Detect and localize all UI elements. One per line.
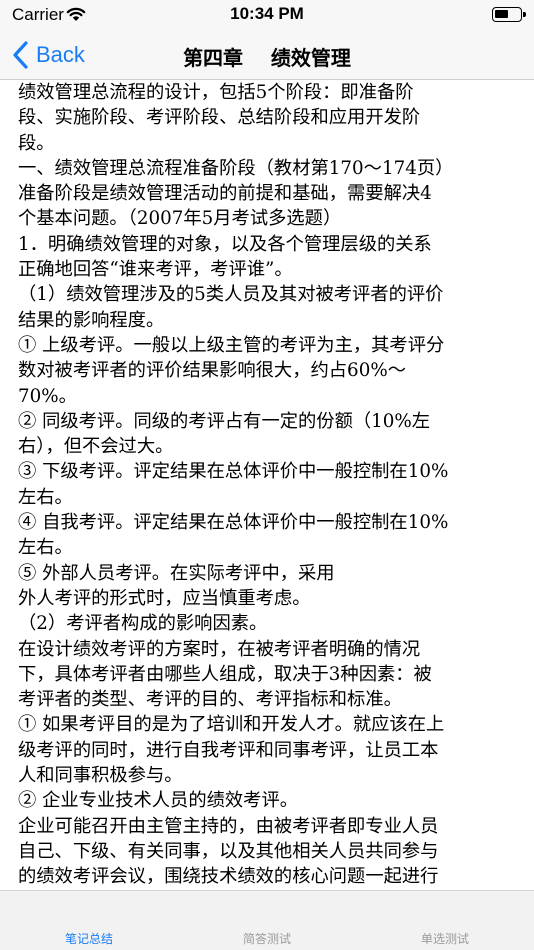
text-line: 右），但不会过大。 xyxy=(18,436,174,458)
text-line: ② 企业专业技术人员的绩效考评。 xyxy=(18,790,299,812)
text-line: 的绩效考评会议，围绕技术绩效的核心问题一起进行 xyxy=(18,866,439,888)
tab-notes-summary[interactable]: 笔记总结 xyxy=(0,891,178,950)
text-line: ① 如果考评目的是为了培训和开发人才。就应该在上 xyxy=(18,714,445,736)
note-content[interactable]: 绩效管理总流程的设计，包括5个阶段：即准备阶 段、实施阶段、考评阶段、总结阶段和… xyxy=(0,80,534,912)
text-line: 一、绩效管理总流程准备阶段（教材第170～174页） xyxy=(18,157,454,179)
text-line: 段。 xyxy=(18,132,55,154)
text-line: 结果的影响程度。 xyxy=(18,309,165,331)
text-line: 1．明确绩效管理的对象，以及各个管理层级的关系 xyxy=(18,233,432,255)
navigation-bar: Back 第四章 绩效管理 xyxy=(0,30,534,80)
tab-label: 简答测试 xyxy=(242,932,291,946)
text-line: 绩效管理总流程的设计，包括5个阶段：即准备阶 xyxy=(18,82,414,103)
text-line: 左右。 xyxy=(18,537,73,559)
text-line: 考评者的类型、考评的目的、考评指标和标准。 xyxy=(18,689,402,711)
text-line: 自己、下级、有关同事，以及其他相关人员共同参与 xyxy=(18,840,439,862)
text-line: ① 上级考评。一般以上级主管的考评为主，其考评分 xyxy=(18,334,445,356)
status-bar: Carrier 10:34 PM xyxy=(0,0,534,30)
text-line: 下，具体考评者由哪些人组成，取决于3种因素：被 xyxy=(18,663,432,685)
tab-bar: 笔记总结 简答测试 单选测试 xyxy=(0,890,534,950)
text-line: 段、实施阶段、考评阶段、总结阶段和应用开发阶 xyxy=(18,107,421,129)
text-line: 70%。 xyxy=(18,385,77,407)
tab-label: 单选测试 xyxy=(420,932,469,946)
tab-label: 笔记总结 xyxy=(64,932,113,946)
text-line: 级考评的同时，进行自我考评和同事考评，让员工本 xyxy=(18,739,439,761)
text-line: ④ 自我考评。评定结果在总体评价中一般控制在10% xyxy=(18,512,449,534)
text-line: 人和同事积极参与。 xyxy=(18,765,183,787)
text-line: （2）考评者构成的影响因素。 xyxy=(18,613,268,635)
text-line: 正确地回答“谁来考评，考评谁”。 xyxy=(18,259,293,281)
text-line: 数对被考评者的评价结果影响很大，约占60%～ xyxy=(18,360,406,382)
text-line: 在设计绩效考评的方案时，在被考评者明确的情况 xyxy=(18,638,421,660)
text-line: ③ 下级考评。评定结果在总体评价中一般控制在10% xyxy=(18,461,449,483)
text-line: ② 同级考评。同级的考评占有一定的份额（10%左 xyxy=(18,410,431,432)
text-line: 外人考评的形式时，应当慎重考虑。 xyxy=(18,587,311,609)
text-line: 个基本问题。（2007年5月考试多选题） xyxy=(18,208,342,230)
tab-short-answer-test[interactable]: 简答测试 xyxy=(178,891,356,950)
tab-single-choice-test[interactable]: 单选测试 xyxy=(356,891,534,950)
text-line: 企业可能召开由主管主持的，由被考评者即专业人员 xyxy=(18,815,439,837)
battery-icon xyxy=(492,7,526,22)
text-line: （1）绩效管理涉及的5类人员及其对被考评者的评价 xyxy=(18,284,444,306)
page-title: 第四章 绩效管理 xyxy=(183,46,351,70)
text-line: 准备阶段是绩效管理活动的前提和基础，需要解决4 xyxy=(18,183,432,205)
text-line: 左右。 xyxy=(18,486,73,508)
clock: 10:34 PM xyxy=(230,4,304,23)
text-line: ⑤ 外部人员考评。在实际考评中，采用 xyxy=(18,562,335,584)
